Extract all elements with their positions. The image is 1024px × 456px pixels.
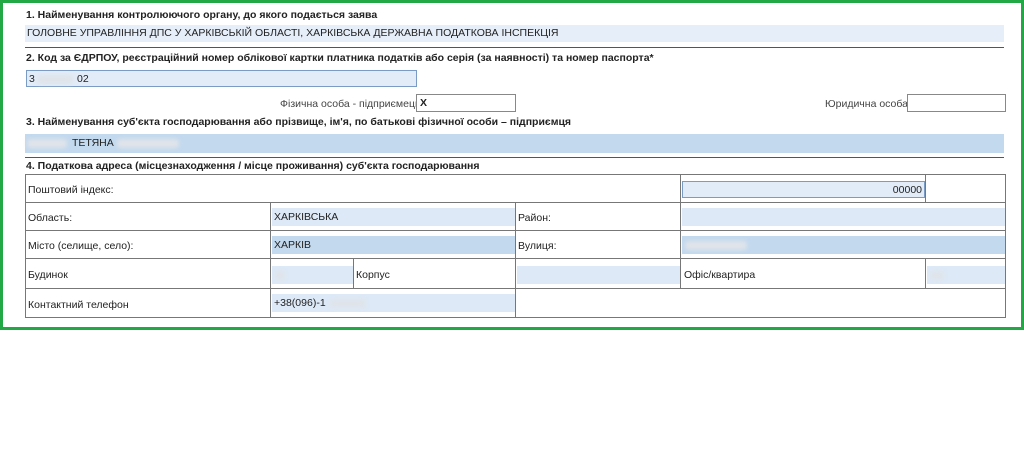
street-label-cell: Вулиця: (515, 230, 681, 259)
block-input[interactable] (517, 266, 680, 284)
individual-entrepreneur-value: X (420, 97, 428, 109)
redacted-street (685, 241, 747, 250)
building-label-cell: Будинок (25, 258, 271, 289)
entity-name-field[interactable]: ТЕТЯНА (25, 134, 1004, 153)
phone-label-cell: Контактний телефон (25, 288, 271, 318)
region-input[interactable]: ХАРКІВСЬКА (272, 208, 515, 226)
phone-spare-cell (515, 288, 1006, 318)
block-cell (515, 258, 681, 289)
region-label-cell: Область: (25, 202, 271, 231)
district-input[interactable] (682, 208, 1005, 226)
district-label: Район: (518, 212, 551, 224)
block-label-cell: Корпус (353, 258, 516, 289)
section-4-header: 4. Податкова адреса (місцезнаходження / … (26, 160, 480, 172)
street-input[interactable] (682, 236, 1005, 254)
street-cell (680, 230, 1006, 259)
district-cell (680, 202, 1006, 231)
redacted-building (275, 271, 285, 280)
divider (25, 47, 1004, 48)
redacted-surname (27, 139, 67, 148)
redacted-phone (330, 299, 366, 308)
street-label: Вулиця: (518, 240, 557, 252)
office-cell (925, 258, 1006, 289)
postal-code-label-cell: Поштовий індекс: (25, 174, 681, 203)
phone-cell: +38(096)-1 (270, 288, 516, 318)
region-value: ХАРКІВСЬКА (274, 211, 339, 223)
postal-code-spare-cell (925, 174, 1006, 203)
city-label: Місто (селище, село): (28, 240, 134, 252)
phone-label: Контактний телефон (28, 299, 129, 311)
redacted-tax-code (37, 75, 73, 84)
application-form-frame: 1. Найменування контролюючого органу, до… (0, 0, 1024, 330)
office-label-cell: Офіс/квартира (680, 258, 926, 289)
legal-entity-label: Юридична особа (825, 98, 908, 110)
phone-input[interactable]: +38(096)-1 (272, 294, 515, 312)
tax-code-input[interactable]: 3 02 (26, 70, 417, 87)
section-3-header: 3. Найменування суб'єкта господарювання … (26, 116, 572, 128)
controlling-body-field[interactable]: ГОЛОВНЕ УПРАВЛІННЯ ДПС У ХАРКІВСЬКІЙ ОБЛ… (25, 25, 1004, 42)
tax-code-suffix: 02 (77, 73, 89, 85)
building-cell (270, 258, 354, 289)
individual-entrepreneur-field[interactable]: X (416, 94, 516, 112)
district-label-cell: Район: (515, 202, 681, 231)
building-input[interactable] (272, 266, 353, 284)
city-cell: ХАРКІВ (270, 230, 516, 259)
section-2-header: 2. Код за ЄДРПОУ, реєстраційний номер об… (26, 52, 654, 64)
postal-code-cell: 00000 (680, 174, 926, 203)
city-value: ХАРКІВ (274, 239, 312, 251)
tax-code-prefix: 3 (29, 73, 35, 85)
divider (25, 157, 1004, 158)
office-input[interactable] (927, 266, 1005, 284)
region-cell: ХАРКІВСЬКА (270, 202, 516, 231)
postal-code-input[interactable]: 00000 (682, 181, 925, 198)
city-input[interactable]: ХАРКІВ (272, 236, 515, 254)
phone-value: +38(096)-1 (274, 297, 326, 309)
postal-code-value: 00000 (892, 184, 922, 196)
office-label: Офіс/квартира (684, 269, 756, 281)
entity-name-visible: ТЕТЯНА (72, 137, 114, 149)
postal-code-label: Поштовий індекс: (28, 184, 114, 196)
redacted-office (930, 271, 944, 280)
controlling-body-value: ГОЛОВНЕ УПРАВЛІННЯ ДПС У ХАРКІВСЬКІЙ ОБЛ… (27, 27, 559, 39)
section-1-header: 1. Найменування контролюючого органу, до… (26, 9, 378, 21)
block-label: Корпус (356, 269, 390, 281)
city-label-cell: Місто (селище, село): (25, 230, 271, 259)
redacted-patronymic (117, 139, 179, 148)
legal-entity-field[interactable] (907, 94, 1006, 112)
region-label: Область: (28, 212, 73, 224)
individual-entrepreneur-label: Фізична особа - підприємець (280, 98, 421, 110)
building-label: Будинок (28, 269, 68, 281)
